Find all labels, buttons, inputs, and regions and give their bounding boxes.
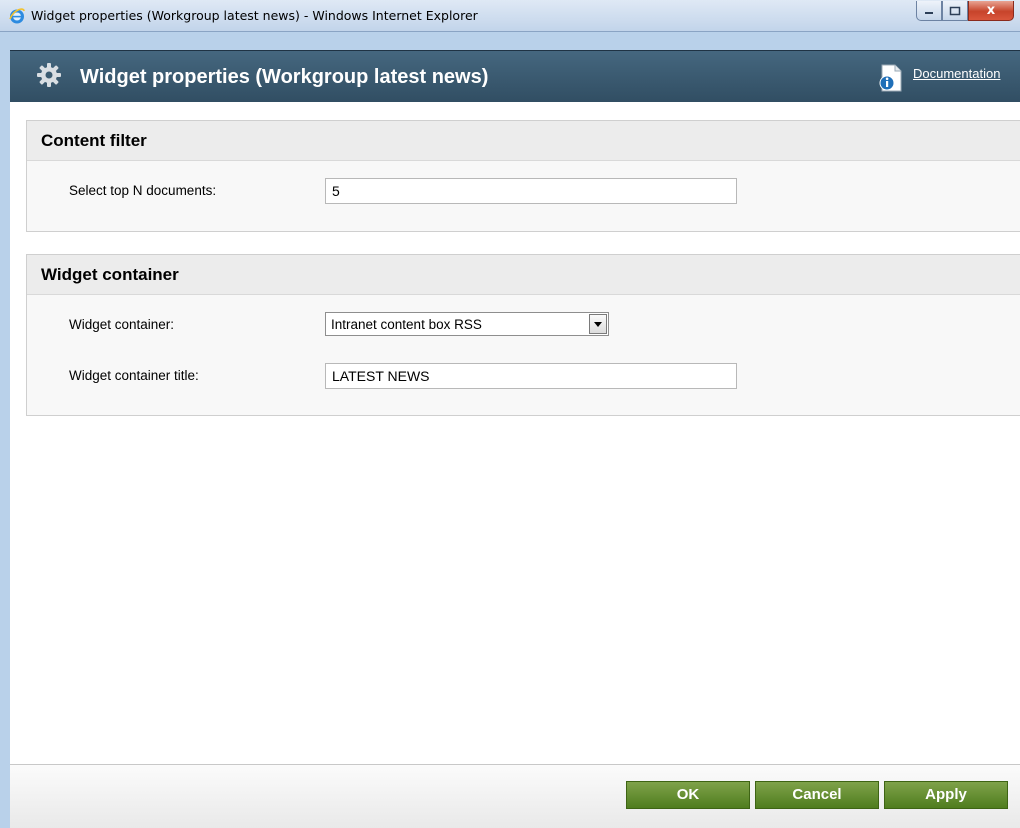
widget-container-heading: Widget container	[27, 255, 1020, 295]
window-title: Widget properties (Workgroup latest news…	[31, 8, 478, 23]
container-title-label: Widget container title:	[69, 368, 199, 383]
top-n-label: Select top N documents:	[69, 183, 217, 198]
close-icon: x	[986, 3, 996, 18]
maximize-icon	[949, 6, 961, 15]
minimize-icon	[925, 11, 933, 14]
browser-window: Widget properties (Workgroup latest news…	[0, 0, 1020, 828]
top-n-input[interactable]	[325, 178, 737, 204]
widget-container-panel: Widget container Widget container: Intra…	[26, 254, 1020, 416]
dialog-header: Widget properties (Workgroup latest news…	[10, 50, 1020, 102]
ok-button[interactable]: OK	[626, 781, 750, 809]
window-titlebar[interactable]: Widget properties (Workgroup latest news…	[0, 0, 1020, 32]
internet-explorer-icon	[9, 8, 25, 24]
dialog-title: Widget properties (Workgroup latest news…	[80, 66, 489, 88]
container-select-value: Intranet content box RSS	[331, 317, 482, 332]
dropdown-arrow-icon[interactable]	[589, 314, 607, 334]
container-title-row: Widget container title:	[27, 363, 1020, 389]
container-label: Widget container:	[69, 317, 175, 332]
cancel-button[interactable]: Cancel	[755, 781, 879, 809]
apply-button[interactable]: Apply	[884, 781, 1008, 809]
dialog-content: Content filter Select top N documents: W…	[10, 102, 1020, 764]
gear-icon	[37, 63, 61, 87]
container-row: Widget container: Intranet content box R…	[27, 312, 1020, 338]
maximize-button[interactable]	[942, 1, 968, 21]
minimize-button[interactable]	[916, 1, 942, 21]
dialog-footer: OK Cancel Apply	[10, 764, 1020, 828]
top-n-row: Select top N documents:	[27, 178, 1020, 204]
container-select[interactable]: Intranet content box RSS	[325, 312, 609, 336]
documentation-icon[interactable]	[876, 63, 906, 93]
window-controls: x	[916, 1, 1014, 21]
content-filter-panel: Content filter Select top N documents:	[26, 120, 1020, 232]
close-button[interactable]: x	[968, 1, 1014, 21]
documentation-link[interactable]: Documentation	[913, 66, 1000, 81]
content-filter-heading: Content filter	[27, 121, 1020, 161]
container-title-input[interactable]	[325, 363, 737, 389]
